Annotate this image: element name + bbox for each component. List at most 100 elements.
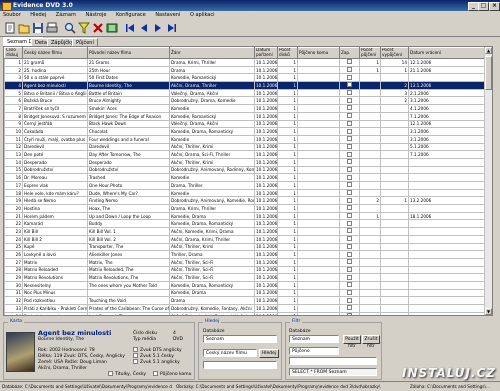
table-row[interactable]: 12 Daredevil Daredevil Akční, Thriller, Kri…	[4, 142, 487, 152]
table-row[interactable]: 32 Pod rozkvetlou Touching the Void Drama 10…	[4, 296, 487, 305]
borrowed-checkbox[interactable]	[347, 174, 352, 180]
table-row[interactable]: 6 Božská Bruce Bruce Almighty Dobrodružný, …	[4, 96, 487, 106]
table-row[interactable]: 5 Bitva o Britanii / Bitva o Anglii Battle…	[4, 88, 487, 98]
scroll-up-arrow-icon[interactable]: ▲	[485, 47, 492, 54]
detail-flag-checkbox[interactable]: Půjčeno komu	[153, 371, 191, 377]
borrowed-checkbox[interactable]	[347, 105, 352, 111]
table-row[interactable]: 13 Den poté Day After Tomorrow, The Akční, …	[4, 150, 487, 159]
menu-konfigurace[interactable]: Konfigurace	[116, 12, 146, 18]
menu-nastaveni[interactable]: Nastavení	[155, 12, 180, 18]
borrowed-checkbox[interactable]	[347, 297, 352, 303]
borrowed-checkbox[interactable]	[347, 213, 352, 219]
table-row[interactable]: 33Piráti z Karibiku - Prokletí Černé per…	[4, 304, 487, 313]
print-icon[interactable]	[46, 22, 58, 34]
column-header[interactable]: Počet půjčení	[359, 47, 381, 59]
last-record-icon[interactable]	[166, 22, 178, 34]
column-header[interactable]: Číslo diskuj	[4, 47, 23, 59]
borrowed-checkbox[interactable]	[347, 243, 352, 249]
scroll-down-arrow-icon[interactable]: ▼	[485, 308, 492, 315]
table-row[interactable]: 10 Čokoláda Chocolat Komedie, Drama, Romant…	[4, 127, 487, 136]
detail-flag-checkbox[interactable]: Titulky, Česky	[108, 371, 146, 377]
borrowed-checkbox[interactable]	[347, 59, 352, 65]
borrowed-checkbox[interactable]	[347, 151, 352, 157]
table-row[interactable]: 17 Expres vlak One Hour Photo Drama, Thrill…	[4, 181, 487, 190]
dvd-table[interactable]: Číslo diskuj Český název filmu Původní náz…	[3, 46, 493, 316]
borrowed-checkbox[interactable]	[347, 282, 352, 288]
table-row[interactable]: 19 Hledá se Nemo Finding Nemo Dobrodružný, …	[4, 196, 487, 206]
new-record-icon[interactable]	[4, 22, 16, 34]
borrowed-checkbox[interactable]	[347, 82, 352, 88]
borrowed-checkbox[interactable]	[347, 182, 352, 188]
filter-value-input[interactable]	[289, 357, 377, 365]
table-row[interactable]: 4 Agent bez minulosti Bourne Identity, The…	[4, 81, 487, 90]
search-button[interactable]: Hledej	[259, 349, 279, 358]
detail-flag-checkbox[interactable]: Zvuk 5.1 anglicky	[133, 359, 180, 365]
table-row[interactable]: 30 Nesnesitelný The ones whom you Mother T…	[4, 280, 487, 290]
open-folder-icon[interactable]	[18, 22, 30, 34]
first-record-icon[interactable]	[124, 22, 136, 34]
borrowed-checkbox[interactable]	[347, 251, 352, 257]
search-icon[interactable]	[64, 22, 76, 34]
borrowed-checkbox[interactable]	[347, 197, 352, 203]
search-input[interactable]	[203, 361, 277, 369]
checkbox-icon[interactable]	[108, 371, 113, 376]
search-column-select[interactable]: Český název filmu	[203, 349, 257, 357]
menu-o-aplikaci[interactable]: O aplikaci	[190, 12, 215, 18]
menu-nastroje[interactable]: Nástroje	[86, 12, 107, 18]
table-row[interactable]: 28 Matrix Reloaded Matrix Reloaded, The Akč…	[4, 265, 487, 275]
borrowed-checkbox[interactable]	[347, 167, 352, 172]
table-row[interactable]: 27 Matrix Matrix, The Akční, Thriller, Sci-…	[4, 257, 487, 267]
table-row[interactable]: 24 Kill Bill 2 Kill Bill Vol. 2 Akční, Dram…	[4, 234, 487, 244]
table-row[interactable]: 3 50 x a stále poprvé 50 First Dates Komedi…	[4, 73, 487, 83]
borrowed-checkbox[interactable]	[347, 67, 352, 73]
apply-filter-button[interactable]: Použít filtr	[343, 335, 361, 349]
borrowed-checkbox[interactable]	[347, 113, 352, 119]
table-row[interactable]: 9 Černý jestřáb Black Hawk Down Válečný, Dr…	[4, 119, 487, 129]
column-header[interactable]: Počet vypůjčení	[380, 47, 409, 59]
borrowed-checkbox[interactable]	[347, 190, 352, 196]
borrowed-checkbox[interactable]	[347, 236, 352, 242]
table-row[interactable]: 25 Kupé Transporter, The Akční, Thriller, K…	[4, 242, 487, 252]
table-row[interactable]: 15 Dobrodružství Dobrodružství Dobrodružný,…	[4, 165, 487, 175]
checkbox-icon[interactable]	[133, 353, 138, 358]
borrowed-checkbox[interactable]	[347, 228, 352, 234]
borrowed-checkbox[interactable]	[347, 120, 352, 126]
next-record-icon[interactable]	[152, 22, 164, 34]
vertical-scrollbar[interactable]: ▲ ▼	[484, 47, 492, 315]
filter-icon[interactable]	[78, 22, 90, 34]
table-row[interactable]: 1 21 gramů 21 Grams Drama, Krimi, Thriller 1…	[4, 58, 487, 67]
scroll-thumb[interactable]	[485, 56, 492, 90]
table-row[interactable]: 34Poslední samurajLast Samurai, TheAkční…	[4, 311, 487, 315]
filter-database-select[interactable]: Seznam	[289, 335, 339, 343]
borrowed-checkbox[interactable]	[347, 97, 352, 103]
column-header[interactable]: Žánr	[169, 47, 255, 59]
borrowed-checkbox[interactable]	[347, 274, 352, 280]
export-icon[interactable]	[106, 22, 118, 34]
borrowed-checkbox[interactable]	[347, 313, 352, 315]
filter-column-select[interactable]: Půjčeno	[289, 347, 339, 355]
table-row[interactable]: 8Bridget Jonesová: S rozumem v koncíchBr…	[4, 111, 487, 121]
borrowed-checkbox[interactable]	[347, 128, 352, 134]
borrowed-checkbox[interactable]	[347, 159, 352, 165]
filter-sql-field[interactable]: SELECT * FROM Seznam	[289, 368, 377, 376]
save-icon[interactable]	[32, 22, 44, 34]
menu-zaznam[interactable]: Záznam	[56, 12, 76, 18]
borrowed-checkbox[interactable]	[347, 290, 352, 295]
cancel-filter-button[interactable]: Zrušit filtr	[362, 335, 380, 349]
checkbox-icon[interactable]	[133, 347, 138, 352]
borrowed-checkbox[interactable]	[347, 144, 352, 149]
borrowed-checkbox[interactable]	[347, 305, 352, 311]
borrowed-checkbox[interactable]	[347, 90, 352, 96]
delete-icon[interactable]	[92, 22, 104, 34]
checkbox-icon[interactable]	[153, 371, 158, 376]
column-header[interactable]: Datum pořízení	[254, 47, 278, 59]
borrowed-checkbox[interactable]	[347, 136, 352, 142]
search-database-select[interactable]: Seznam	[203, 335, 277, 343]
table-row[interactable]: 31 Noc Plus Mínus Komedie, Drama 10.1.2006 1	[4, 288, 487, 298]
menu-hledej[interactable]: Hledej	[30, 12, 46, 18]
table-row[interactable]: 16 Dr. Moreau Trashed Komedie 10.1.2006 1	[4, 173, 487, 182]
table-row[interactable]: 7 Bratříček se tyčíl Smokin' Aces Komedie 10…	[4, 104, 487, 113]
menu-soubor[interactable]: Soubor	[3, 12, 21, 18]
table-row[interactable]: 29 Matrix Revolutions Matrix Revolutions, …	[4, 273, 487, 282]
table-row[interactable]: 18 Hele vole, kde mám káru? Dude, Where's …	[4, 188, 487, 198]
